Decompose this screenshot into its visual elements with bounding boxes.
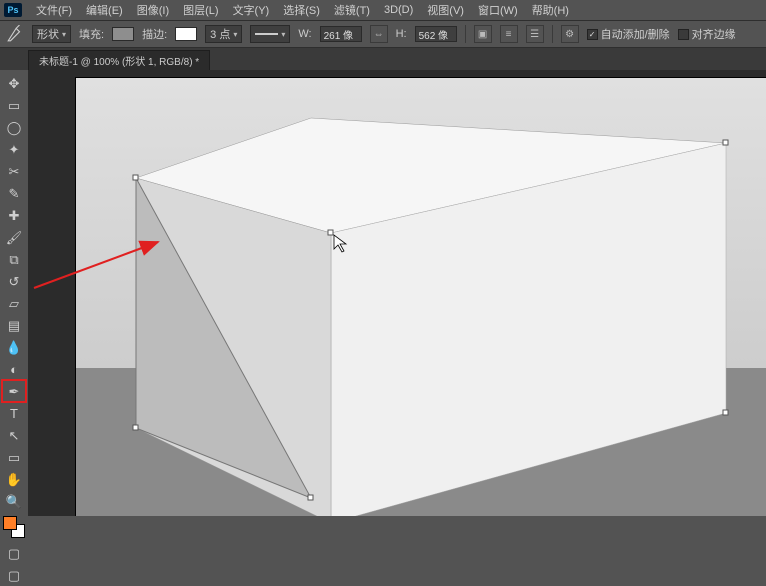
menu-bar: Ps 文件(F) 编辑(E) 图像(I) 图层(L) 文字(Y) 选择(S) 滤… — [0, 0, 766, 20]
pen-tool-icon: ✒ — [9, 385, 20, 398]
eraser-tool[interactable]: ▱ — [2, 292, 26, 314]
menu-layer[interactable]: 图层(L) — [179, 0, 222, 20]
spot-heal-tool-icon: ✚ — [9, 209, 20, 222]
gear-icon[interactable]: ⚙ — [561, 25, 579, 43]
menu-3d[interactable]: 3D(D) — [380, 2, 417, 18]
magic-wand-tool-icon: ✦ — [9, 143, 20, 156]
screen-mode-icon-glyph: ▢ — [8, 569, 20, 582]
divider — [552, 25, 553, 43]
hand-tool[interactable]: ✋ — [2, 468, 26, 490]
menu-type[interactable]: 文字(Y) — [229, 0, 274, 20]
marquee-tool[interactable]: ▭ — [2, 94, 26, 116]
stamp-tool[interactable]: ⧉ — [2, 248, 26, 270]
fill-swatch[interactable] — [112, 27, 134, 41]
align-edges-label: 对齐边缘 — [692, 26, 736, 42]
document-tab[interactable]: 未标题-1 @ 100% (形状 1, RGB/8) * — [28, 50, 210, 70]
height-label: H: — [396, 28, 407, 40]
move-tool[interactable]: ✥ — [2, 72, 26, 94]
stroke-width-value: 3 点 — [210, 26, 230, 42]
dodge-tool[interactable]: ◐ — [2, 358, 26, 380]
stroke-style-select[interactable]: ▾ — [250, 25, 290, 43]
width-label: W: — [298, 28, 311, 40]
pen-tool[interactable]: ✒ — [2, 380, 26, 402]
fill-label: 填充: — [79, 26, 104, 42]
lasso-tool[interactable]: ◯ — [2, 116, 26, 138]
tool-mode-select[interactable]: 形状 ▾ — [32, 25, 71, 43]
blur-tool[interactable]: 💧 — [2, 336, 26, 358]
stroke-label: 描边: — [142, 26, 167, 42]
lasso-tool-icon: ◯ — [7, 121, 22, 134]
app-logo: Ps — [4, 3, 22, 17]
brush-tool[interactable]: 🖌 — [2, 226, 26, 248]
height-input[interactable] — [415, 26, 457, 42]
path-select-tool-icon: ↖ — [9, 429, 20, 442]
eyedropper-tool-icon: ✎ — [9, 187, 20, 200]
stamp-tool-icon: ⧉ — [9, 253, 18, 266]
type-tool[interactable]: T — [2, 402, 26, 424]
chevron-down-icon: ▾ — [281, 30, 285, 39]
menu-filter[interactable]: 滤镜(T) — [330, 0, 374, 20]
marquee-tool-icon: ▭ — [8, 99, 20, 112]
width-input[interactable] — [320, 26, 362, 42]
checkbox-unchecked-icon — [678, 29, 689, 40]
document-tab-bar: 未标题-1 @ 100% (形状 1, RGB/8) * — [0, 48, 766, 70]
eyedropper-tool[interactable]: ✎ — [2, 182, 26, 204]
move-tool-icon: ✥ — [9, 77, 20, 90]
options-bar: 形状 ▾ 填充: 描边: 3 点 ▾ ▾ W: ⇔ H: ▣ ≡ ☰ ⚙ ✓ 自… — [0, 20, 766, 48]
document-tab-title: 未标题-1 @ 100% (形状 1, RGB/8) * — [39, 53, 199, 68]
screen-mode-icon[interactable]: ▢ — [2, 564, 26, 586]
checkbox-checked-icon: ✓ — [587, 29, 598, 40]
pen-tool-icon — [6, 25, 24, 43]
history-brush-tool-icon: ↺ — [9, 275, 20, 288]
type-tool-icon: T — [10, 407, 18, 420]
chevron-down-icon: ▾ — [62, 30, 66, 39]
brush-tool-icon: 🖌 — [6, 231, 23, 244]
menu-select[interactable]: 选择(S) — [279, 0, 324, 20]
tool-mode-label: 形状 — [37, 26, 59, 42]
eraser-tool-icon: ▱ — [9, 297, 19, 310]
zoom-tool-icon: 🔍 — [6, 495, 22, 508]
gradient-tool[interactable]: ▤ — [2, 314, 26, 336]
shape-tool-icon: ▭ — [8, 451, 20, 464]
hand-tool-icon: ✋ — [6, 473, 22, 486]
stroke-style-preview — [255, 33, 278, 35]
artboard[interactable] — [76, 78, 766, 516]
path-align-icon[interactable]: ≡ — [500, 25, 518, 43]
spot-heal-tool[interactable]: ✚ — [2, 204, 26, 226]
magic-wand-tool[interactable]: ✦ — [2, 138, 26, 160]
path-select-tool[interactable]: ↖ — [2, 424, 26, 446]
auto-add-delete-label: 自动添加/删除 — [601, 26, 670, 42]
align-edges-checkbox[interactable]: 对齐边缘 — [678, 26, 736, 42]
quick-mask-icon-glyph: ▢ — [8, 547, 20, 560]
chevron-down-icon: ▾ — [233, 30, 237, 39]
menu-edit[interactable]: 编辑(E) — [82, 0, 127, 20]
zoom-tool[interactable]: 🔍 — [2, 490, 26, 512]
history-brush-tool[interactable]: ↺ — [2, 270, 26, 292]
quick-mask-icon[interactable]: ▢ — [2, 542, 26, 564]
box-shape — [76, 78, 766, 516]
dodge-tool-icon: ◐ — [10, 363, 18, 376]
blur-tool-icon: 💧 — [6, 341, 22, 354]
crop-tool[interactable]: ✂ — [2, 160, 26, 182]
shape-tool[interactable]: ▭ — [2, 446, 26, 468]
menu-view[interactable]: 视图(V) — [423, 0, 468, 20]
stroke-swatch[interactable] — [175, 27, 197, 41]
menu-window[interactable]: 窗口(W) — [474, 0, 522, 20]
menu-help[interactable]: 帮助(H) — [528, 0, 573, 20]
canvas-area — [28, 70, 766, 516]
auto-add-delete-checkbox[interactable]: ✓ 自动添加/删除 — [587, 26, 670, 42]
color-swatches[interactable] — [3, 516, 25, 538]
menu-file[interactable]: 文件(F) — [32, 0, 76, 20]
divider — [465, 25, 466, 43]
stroke-width-select[interactable]: 3 点 ▾ — [205, 25, 242, 43]
link-wh-icon[interactable]: ⇔ — [370, 25, 388, 43]
path-arrange-icon[interactable]: ☰ — [526, 25, 544, 43]
gradient-tool-icon: ▤ — [8, 319, 20, 332]
toolbox: ✥ ▭ ◯ ✦ ✂ ✎ ✚ 🖌 ⧉ ↺ ▱ ▤ 💧 ◐ ✒ T ↖ ▭ ✋ 🔍 ▢ ▢ — [0, 70, 28, 586]
foreground-color-swatch[interactable] — [3, 516, 17, 530]
path-combine-icon[interactable]: ▣ — [474, 25, 492, 43]
menu-image[interactable]: 图像(I) — [133, 0, 173, 20]
crop-tool-icon: ✂ — [9, 165, 20, 178]
